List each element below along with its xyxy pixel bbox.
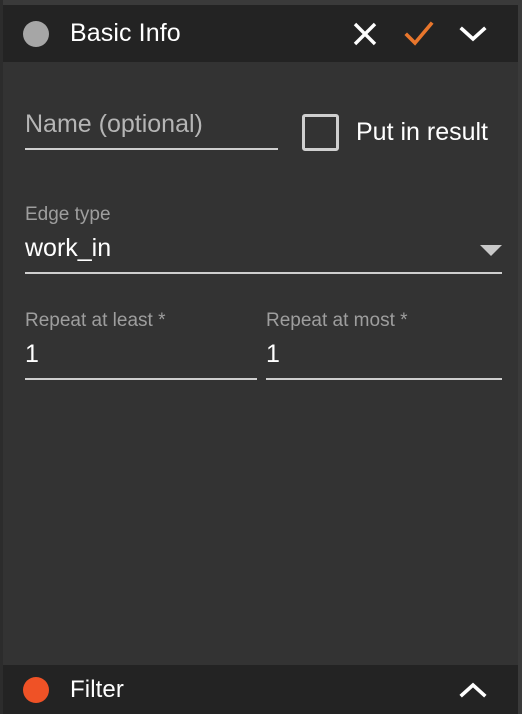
close-icon[interactable]	[338, 10, 392, 58]
caret-down-icon[interactable]	[480, 245, 502, 256]
orange-dot-icon	[23, 676, 49, 703]
repeat-at-most-label: Repeat at most *	[266, 310, 408, 331]
repeat-at-least-value[interactable]: 1	[25, 340, 39, 369]
filter-title: Filter	[70, 675, 124, 703]
edge-type-value[interactable]: work_in	[25, 234, 111, 263]
edge-type-underline	[25, 272, 502, 274]
name-field-underline	[25, 148, 278, 150]
confirm-check-icon[interactable]	[392, 10, 446, 58]
basic-info-title: Basic Info	[70, 19, 181, 47]
put-in-result-checkbox-row[interactable]: Put in result	[302, 114, 488, 151]
basic-info-actions	[338, 10, 500, 58]
repeat-at-most-field[interactable]: Repeat at most * 1	[266, 310, 502, 380]
name-input-placeholder[interactable]: Name (optional)	[25, 109, 278, 139]
repeat-at-most-value[interactable]: 1	[266, 340, 280, 369]
repeat-at-least-field[interactable]: Repeat at least * 1	[25, 310, 257, 380]
repeat-at-least-underline	[25, 378, 257, 380]
put-in-result-checkbox[interactable]	[302, 114, 339, 151]
put-in-result-label: Put in result	[356, 118, 489, 146]
grey-dot-icon	[23, 20, 49, 47]
basic-info-form: Name (optional) Put in result Edge type …	[3, 62, 518, 665]
window-right-edge	[518, 0, 522, 714]
edge-type-field[interactable]: Edge type work_in	[25, 204, 502, 274]
repeat-at-least-label: Repeat at least *	[25, 310, 166, 331]
chevron-down-icon[interactable]	[446, 10, 500, 58]
basic-info-header[interactable]: Basic Info	[3, 5, 518, 62]
filter-actions	[446, 666, 500, 714]
edge-type-label: Edge type	[25, 204, 111, 225]
repeat-at-most-underline	[266, 378, 502, 380]
name-field[interactable]: Name (optional)	[25, 109, 278, 150]
chevron-up-icon[interactable]	[446, 666, 500, 714]
edge-config-panel: Basic Info Name (optional) Put in result…	[0, 0, 522, 714]
filter-section-header[interactable]: Filter	[3, 665, 518, 714]
